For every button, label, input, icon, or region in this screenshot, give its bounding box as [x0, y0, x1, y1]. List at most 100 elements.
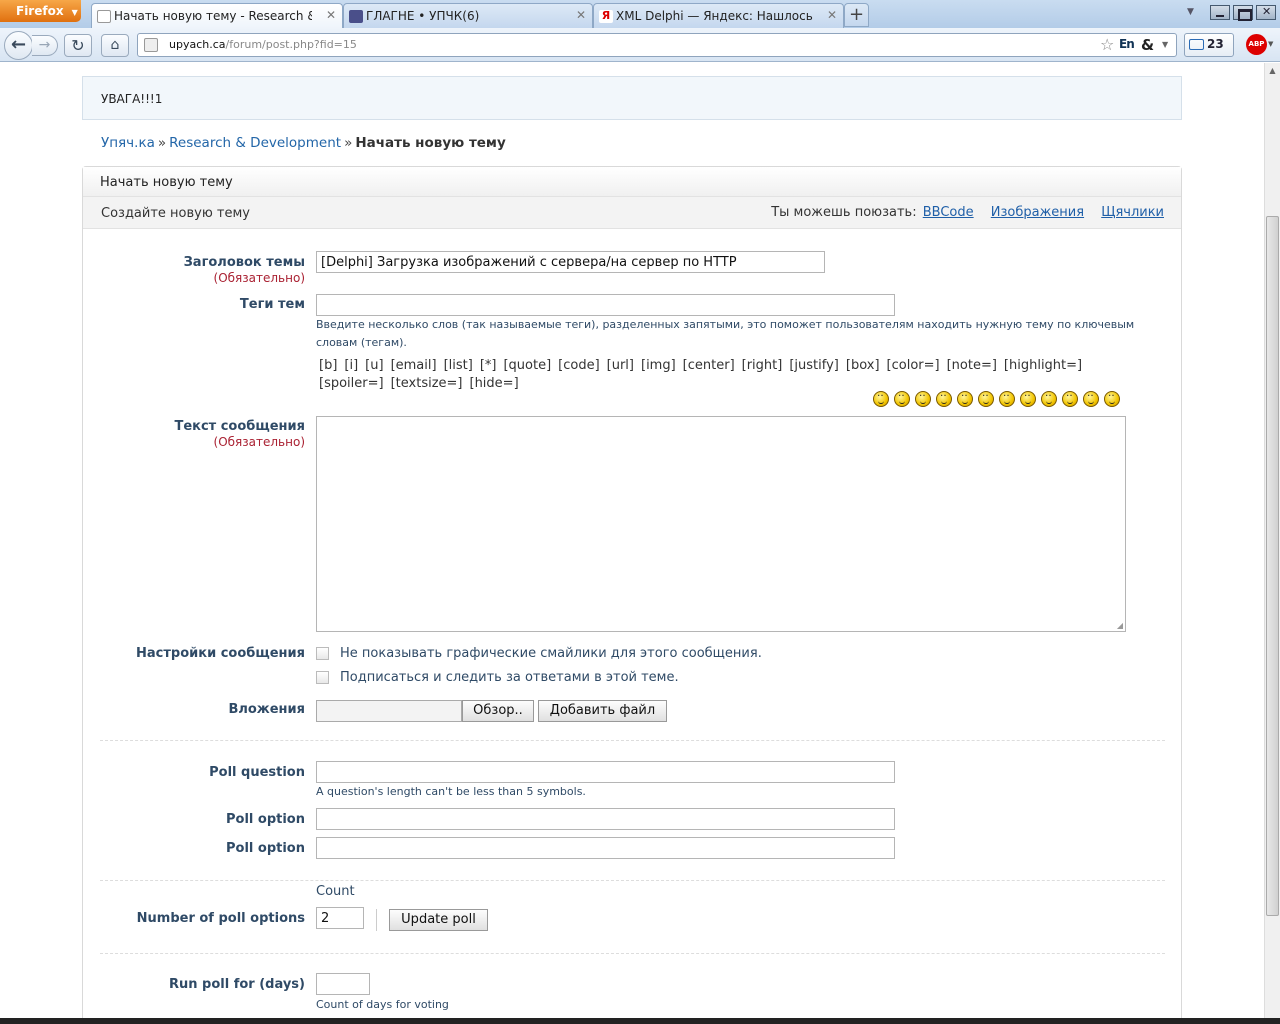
close-icon[interactable]: ✕ — [827, 8, 837, 22]
poll-option-label: Poll option — [226, 841, 305, 856]
bbcode-button[interactable]: [justify] — [789, 357, 839, 375]
num-options-input[interactable] — [316, 907, 364, 929]
maximize-button[interactable] — [1233, 5, 1253, 21]
tab-bar: Firefox ▼ Начать новую тему - Research & … — [0, 0, 1280, 29]
page-scrollbar[interactable]: ▲ — [1264, 63, 1280, 1018]
bbcode-button[interactable]: [textsize=] — [391, 375, 463, 393]
bbcode-button[interactable]: [spoiler=] — [319, 375, 384, 393]
run-poll-days-input[interactable] — [316, 973, 370, 995]
breadcrumb-home-link[interactable]: Упяч.ка — [101, 135, 155, 151]
forward-button[interactable]: → — [32, 35, 58, 56]
bbcode-help-link[interactable]: BBCode — [923, 205, 974, 220]
neutral-icon[interactable] — [894, 388, 910, 407]
home-button[interactable]: ⌂ — [101, 34, 129, 57]
bbcode-button[interactable]: [hide=] — [470, 375, 519, 393]
announcement-text: УВАГА!!!1 — [101, 92, 163, 106]
big-grin-icon[interactable] — [1041, 388, 1057, 407]
file-path-field[interactable] — [316, 700, 462, 722]
bbcode-button[interactable]: [box] — [846, 357, 880, 375]
subject-input[interactable] — [316, 251, 825, 273]
divider — [100, 880, 1165, 881]
bbcode-button[interactable]: [right] — [742, 357, 783, 375]
form-subheader: Создайте новую тему Ты можешь поюзать: B… — [83, 197, 1181, 229]
reload-button[interactable]: ↻ — [64, 34, 92, 57]
bookmark-star-icon[interactable]: ☆ — [1100, 35, 1114, 54]
rolleyes-icon[interactable] — [1083, 388, 1099, 407]
bbcode-button[interactable]: [email] — [391, 357, 437, 375]
laugh-icon[interactable] — [936, 388, 952, 407]
close-icon[interactable]: ✕ — [326, 8, 336, 22]
scrollbar-thumb[interactable] — [1266, 216, 1279, 916]
close-icon[interactable]: ✕ — [576, 8, 586, 22]
new-tab-button[interactable]: + — [844, 3, 869, 27]
breadcrumb-forum-link[interactable]: Research & Development — [169, 135, 341, 151]
poll-option-input-1[interactable] — [316, 808, 895, 830]
message-textarea[interactable]: ◢ — [316, 416, 1126, 632]
browse-button[interactable]: Обзор.. — [462, 700, 534, 722]
bbcode-button[interactable]: [color=] — [887, 357, 940, 375]
bbcode-button[interactable]: [list] — [444, 357, 473, 375]
tab-post-new-topic[interactable]: Начать новую тему - Research & Devel... … — [91, 3, 343, 29]
update-poll-button[interactable]: Update poll — [389, 909, 488, 931]
page-content: УВАГА!!!1 Упяч.ка» Research & Development… — [0, 63, 1264, 1018]
url-bar[interactable]: upyach.ca/forum/post.php?fid=15 ☆ En & ▼ — [137, 33, 1177, 57]
divider — [100, 740, 1165, 741]
mail-notifier[interactable]: 23 — [1184, 33, 1234, 57]
close-window-button[interactable] — [1256, 5, 1276, 20]
breadcrumb: Упяч.ка» Research & Development» Начать но… — [101, 135, 506, 151]
ampersand-icon[interactable]: & — [1141, 36, 1154, 54]
tags-input[interactable] — [316, 294, 895, 316]
url-text[interactable]: upyach.ca/forum/post.php?fid=15 — [169, 38, 357, 51]
site-identity-icon[interactable] — [144, 38, 158, 52]
run-poll-hint: Count of days for voting — [316, 998, 449, 1011]
tab-glagne[interactable]: ГЛАГНЕ • УПЧК(6) ✕ — [343, 3, 593, 28]
poll-option-label: Poll option — [226, 812, 305, 827]
bbcode-button[interactable]: [note=] — [947, 357, 997, 375]
form-title: Начать новую тему — [83, 167, 1181, 197]
tags-label: Теги тем — [239, 297, 305, 312]
can-use-label: Ты можешь поюзать: — [771, 205, 917, 220]
window-bottom-edge — [0, 1018, 1280, 1024]
cool-icon[interactable] — [1104, 388, 1120, 407]
list-all-tabs-icon[interactable]: ▼ — [1187, 7, 1194, 17]
chevron-down-icon[interactable]: ▼ — [1268, 40, 1273, 48]
bbcode-button[interactable]: [u] — [365, 357, 383, 375]
bbcode-button[interactable]: [quote] — [503, 357, 551, 375]
message-label: Текст сообщения — [174, 419, 305, 434]
hide-smilies-checkbox[interactable] — [316, 647, 329, 660]
images-help-link[interactable]: Изображения — [991, 205, 1084, 220]
adblock-plus-button[interactable]: ABP ▼ — [1244, 33, 1274, 57]
plus-icon: + — [848, 4, 865, 25]
add-file-button[interactable]: Добавить файл — [538, 700, 667, 722]
grin-icon[interactable] — [957, 388, 973, 407]
sad-icon[interactable] — [915, 388, 931, 407]
breadcrumb-current: Начать новую тему — [355, 135, 506, 151]
smilies-help-link[interactable]: Щячлики — [1101, 205, 1164, 220]
mail-icon — [1189, 39, 1204, 50]
scroll-up-icon[interactable]: ▲ — [1265, 63, 1280, 79]
bbcode-button[interactable]: [highlight=] — [1004, 357, 1082, 375]
tongue-icon[interactable] — [1020, 388, 1036, 407]
poll-option-input-2[interactable] — [316, 837, 895, 859]
resize-grip-icon[interactable]: ◢ — [1117, 621, 1123, 630]
language-indicator[interactable]: En — [1119, 37, 1135, 51]
subscribe-checkbox[interactable] — [316, 671, 329, 684]
bbcode-button[interactable]: [*] — [480, 357, 497, 375]
bbcode-button[interactable]: [i] — [344, 357, 358, 375]
happy-icon[interactable] — [999, 388, 1015, 407]
bbcode-button[interactable]: [b] — [319, 357, 337, 375]
tab-yandex-search[interactable]: Я XML Delphi — Яндекс: Нашлось 9 млн о..… — [593, 3, 844, 28]
poll-question-input[interactable] — [316, 761, 895, 783]
chevron-down-icon[interactable]: ▼ — [1162, 40, 1168, 49]
bbcode-button[interactable]: [url] — [607, 357, 634, 375]
bbcode-button[interactable]: [img] — [641, 357, 676, 375]
smile-icon[interactable] — [873, 388, 889, 407]
bbcode-button[interactable]: [code] — [558, 357, 600, 375]
back-button[interactable]: ← — [4, 31, 33, 60]
wink-icon[interactable] — [978, 388, 994, 407]
url-host: upyach.ca — [169, 38, 226, 51]
bbcode-button[interactable]: [center] — [683, 357, 735, 375]
firefox-menu-button[interactable]: Firefox ▼ — [0, 0, 81, 22]
minimize-button[interactable] — [1210, 5, 1230, 20]
frown-icon[interactable] — [1062, 388, 1078, 407]
